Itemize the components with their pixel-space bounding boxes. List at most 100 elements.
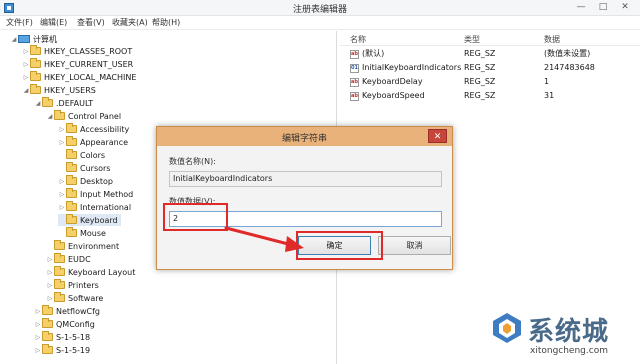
minimize-button[interactable]: — bbox=[570, 0, 592, 16]
menu-file[interactable]: 文件(F) bbox=[6, 17, 33, 28]
expand-arrow-icon[interactable]: ▷ bbox=[58, 139, 66, 146]
tree-item-eudc[interactable]: ▷ EUDC bbox=[46, 253, 91, 265]
tree-item-cursors[interactable]: Cursors bbox=[58, 162, 110, 174]
tree-item-hkcu[interactable]: ▷ HKEY_CURRENT_USER bbox=[22, 58, 133, 70]
tree-item-label: Cursors bbox=[80, 163, 111, 173]
tree-item-hku[interactable]: ◢ HKEY_USERS bbox=[22, 84, 96, 96]
maximize-button[interactable]: □ bbox=[592, 0, 614, 16]
collapse-arrow-icon[interactable]: ◢ bbox=[22, 87, 30, 94]
tree-item-default[interactable]: ◢ .DEFAULT bbox=[34, 97, 93, 109]
tree-item-colors[interactable]: Colors bbox=[58, 149, 105, 161]
tree-item-input-method[interactable]: ▷ Input Method bbox=[58, 188, 133, 200]
value-data-highlight bbox=[163, 203, 228, 231]
expand-arrow-icon[interactable]: ▷ bbox=[22, 74, 30, 81]
watermark: 系统城 xitongcheng.com bbox=[490, 309, 640, 364]
expand-arrow-icon[interactable]: ▷ bbox=[34, 347, 42, 354]
menu-edit[interactable]: 编辑(E) bbox=[40, 17, 67, 28]
dialog-title: 编辑字符串 bbox=[281, 134, 327, 144]
watermark-url: xitongcheng.com bbox=[530, 346, 608, 356]
folder-icon bbox=[30, 71, 41, 81]
expand-arrow-icon[interactable]: ▷ bbox=[58, 126, 66, 133]
folder-icon bbox=[66, 162, 77, 172]
tree-item-label: S-1-5-19 bbox=[56, 345, 91, 355]
tree-item-label: Printers bbox=[68, 280, 99, 290]
expand-arrow-icon[interactable]: ▷ bbox=[22, 61, 30, 68]
tree-item-label: Input Method bbox=[80, 189, 134, 199]
tree-item-label: 计算机 bbox=[33, 34, 57, 44]
value-row[interactable]: ab KeyboardSpeed REG_SZ 31 bbox=[350, 90, 640, 102]
expand-arrow-icon[interactable]: ▷ bbox=[46, 256, 54, 263]
value-data: 1 bbox=[544, 77, 550, 86]
expand-arrow-icon[interactable]: ▷ bbox=[34, 308, 42, 315]
folder-icon bbox=[54, 292, 65, 302]
expand-arrow-icon[interactable]: ▷ bbox=[34, 334, 42, 341]
tree-item-international[interactable]: ▷ International bbox=[58, 201, 131, 213]
xitongcheng-logo-icon bbox=[493, 313, 521, 343]
tree-item-printers[interactable]: ▷ Printers bbox=[46, 279, 99, 291]
folder-icon bbox=[42, 318, 53, 328]
expand-arrow-icon[interactable]: ▷ bbox=[46, 282, 54, 289]
tree-item-s-1-5-18[interactable]: ▷ S-1-5-18 bbox=[34, 331, 90, 343]
tree-item-desktop[interactable]: ▷ Desktop bbox=[58, 175, 113, 187]
cancel-button[interactable]: 取消 bbox=[378, 236, 451, 255]
tree-item-keyboard[interactable]: Keyboard bbox=[58, 214, 121, 226]
collapse-arrow-icon[interactable]: ◢ bbox=[34, 100, 42, 107]
menu-view[interactable]: 查看(V) bbox=[77, 17, 105, 28]
menu-favorites[interactable]: 收藏夹(A) bbox=[112, 17, 148, 28]
column-header-data[interactable]: 数据 bbox=[544, 34, 560, 45]
window-close-button[interactable]: ✕ bbox=[614, 0, 636, 16]
tree-item-label: HKEY_CLASSES_ROOT bbox=[44, 46, 133, 56]
tree-item-s-1-5-19[interactable]: ▷ S-1-5-19 bbox=[34, 344, 90, 356]
column-header-name[interactable]: 名称 bbox=[350, 34, 366, 45]
tree-item-environment[interactable]: Environment bbox=[46, 240, 119, 252]
value-name: KeyboardDelay bbox=[362, 77, 423, 86]
folder-icon bbox=[54, 266, 65, 276]
header-divider bbox=[340, 45, 640, 46]
tree-item-accessibility[interactable]: ▷ Accessibility bbox=[58, 123, 129, 135]
expand-arrow-icon[interactable]: ▷ bbox=[46, 269, 54, 276]
tree-item-netflowcfg[interactable]: ▷ NetflowCfg bbox=[34, 305, 100, 317]
folder-icon bbox=[30, 45, 41, 55]
title-bar: 注册表编辑器 — □ ✕ bbox=[0, 0, 640, 16]
dialog-close-button[interactable]: ✕ bbox=[428, 129, 447, 143]
expand-arrow-icon[interactable]: ▷ bbox=[58, 191, 66, 198]
expand-arrow-icon[interactable]: ▷ bbox=[58, 204, 66, 211]
value-name-field: InitialKeyboardIndicators bbox=[169, 171, 442, 187]
folder-icon bbox=[54, 279, 65, 289]
tree-item-keyboard-layout[interactable]: ▷ Keyboard Layout bbox=[46, 266, 135, 278]
tree-item-appearance[interactable]: ▷ Appearance bbox=[58, 136, 128, 148]
folder-icon bbox=[66, 175, 77, 185]
tree-item-qmconfig[interactable]: ▷ QMConfig bbox=[34, 318, 95, 330]
menu-help[interactable]: 帮助(H) bbox=[152, 17, 180, 28]
collapse-arrow-icon[interactable]: ◢ bbox=[10, 36, 18, 43]
expand-arrow-icon[interactable]: ▷ bbox=[58, 178, 66, 185]
binary-value-icon: 01 bbox=[350, 63, 359, 73]
menu-bar: 文件(F) 编辑(E) 查看(V) 收藏夹(A) 帮助(H) bbox=[0, 16, 640, 30]
tree-item-label: Colors bbox=[80, 150, 106, 160]
value-row[interactable]: ab (默认) REG_SZ (数值未设置) bbox=[350, 48, 640, 60]
folder-icon bbox=[54, 110, 65, 120]
tree-item-label: EUDC bbox=[68, 254, 91, 264]
tree-item-label: HKEY_CURRENT_USER bbox=[44, 59, 134, 69]
folder-icon bbox=[66, 201, 77, 211]
value-name: KeyboardSpeed bbox=[362, 91, 425, 100]
tree-item-software[interactable]: ▷ Software bbox=[46, 292, 103, 304]
expand-arrow-icon[interactable]: ▷ bbox=[46, 295, 54, 302]
value-row[interactable]: 01 InitialKeyboardIndicators REG_SZ 2147… bbox=[350, 62, 640, 74]
value-type: REG_SZ bbox=[464, 49, 496, 58]
value-row[interactable]: ab KeyboardDelay REG_SZ 1 bbox=[350, 76, 640, 88]
expand-arrow-icon[interactable]: ▷ bbox=[22, 48, 30, 55]
tree-item-mouse[interactable]: Mouse bbox=[58, 227, 106, 239]
tree-item-hklm[interactable]: ▷ HKEY_LOCAL_MACHINE bbox=[22, 71, 136, 83]
expand-arrow-icon[interactable]: ▷ bbox=[34, 321, 42, 328]
folder-icon bbox=[42, 97, 53, 107]
ok-button-highlight bbox=[296, 231, 383, 260]
collapse-arrow-icon[interactable]: ◢ bbox=[46, 113, 54, 120]
dialog-title-bar[interactable]: 编辑字符串 ✕ bbox=[157, 127, 452, 146]
tree-item-control-panel[interactable]: ◢ Control Panel bbox=[46, 110, 121, 122]
tree-item-hkcr[interactable]: ▷ HKEY_CLASSES_ROOT bbox=[22, 45, 132, 57]
watermark-title: 系统城 bbox=[528, 317, 610, 347]
column-header-type[interactable]: 类型 bbox=[464, 34, 480, 45]
tree-item-label: International bbox=[80, 202, 132, 212]
tree-item-computer[interactable]: ◢ 计算机 bbox=[10, 33, 57, 45]
